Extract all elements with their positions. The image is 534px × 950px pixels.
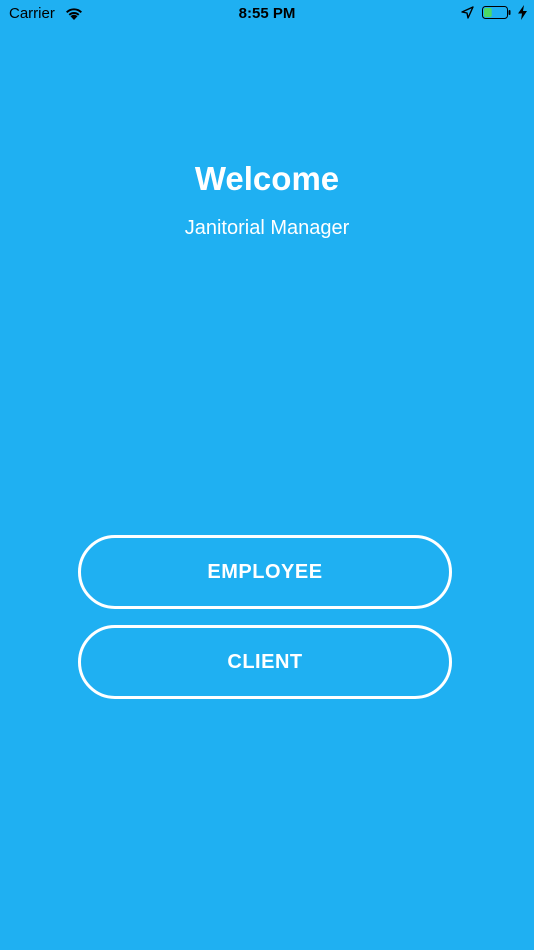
location-arrow-icon bbox=[461, 6, 474, 19]
charging-bolt-icon bbox=[518, 5, 527, 20]
status-bar: Carrier 8:55 PM bbox=[0, 0, 534, 28]
app-subtitle: Janitorial Manager bbox=[184, 217, 350, 239]
client-button[interactable]: CLIENT bbox=[78, 625, 452, 699]
welcome-title: Welcome bbox=[194, 160, 340, 197]
clock-time: 8:55 PM bbox=[238, 5, 296, 22]
employee-button[interactable]: EMPLOYEE bbox=[78, 535, 452, 609]
battery-icon bbox=[482, 6, 511, 19]
